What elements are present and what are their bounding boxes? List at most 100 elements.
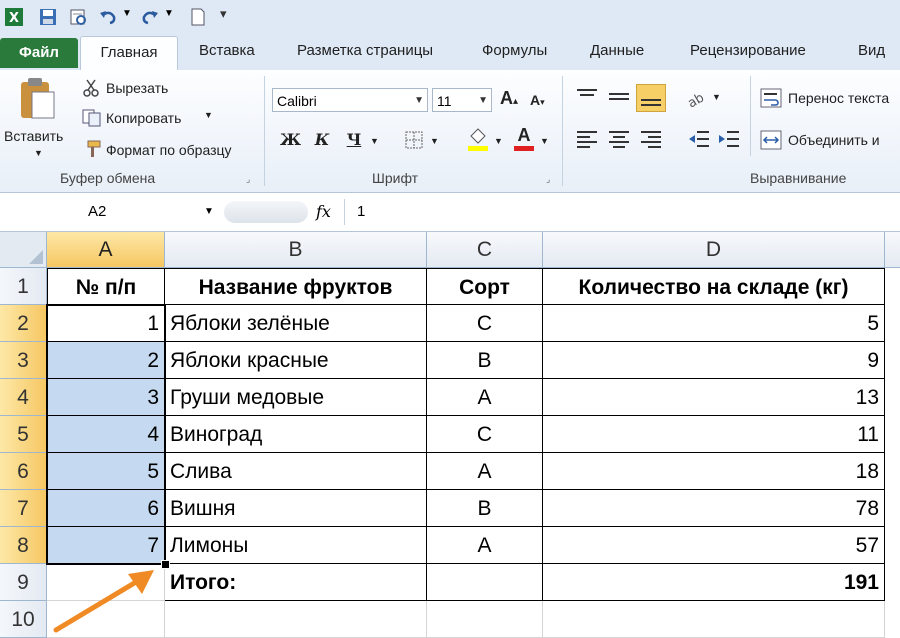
wrap-text-button[interactable]: Перенос текста bbox=[788, 90, 889, 106]
new-document-icon[interactable] bbox=[188, 7, 208, 27]
tab-home[interactable]: Главная bbox=[80, 36, 178, 71]
row-header[interactable]: 1 bbox=[0, 268, 47, 305]
row-header[interactable]: 5 bbox=[0, 416, 47, 453]
align-bottom-button[interactable] bbox=[636, 84, 666, 112]
table-cell[interactable] bbox=[543, 601, 885, 638]
align-left-icon[interactable] bbox=[576, 130, 598, 148]
table-cell[interactable]: 2 bbox=[47, 342, 165, 379]
italic-button[interactable]: К bbox=[312, 130, 332, 149]
row-header[interactable]: 7 bbox=[0, 490, 47, 527]
table-cell[interactable]: 9 bbox=[543, 342, 885, 379]
redo-icon[interactable] bbox=[140, 7, 160, 27]
table-cell[interactable]: Груши медовые bbox=[165, 379, 427, 416]
table-cell[interactable]: 18 bbox=[543, 453, 885, 490]
table-cell[interactable]: A bbox=[427, 453, 543, 490]
undo-dropdown-icon[interactable]: ▼ bbox=[122, 8, 132, 19]
name-box-dropdown-icon[interactable]: ▼ bbox=[204, 199, 214, 225]
merge-center-icon[interactable] bbox=[760, 130, 782, 150]
table-cell[interactable]: Лимоны bbox=[165, 527, 427, 564]
font-color-dropdown-icon[interactable]: ▼ bbox=[540, 136, 549, 146]
wrap-text-icon[interactable] bbox=[760, 88, 782, 108]
fill-color-icon[interactable] bbox=[466, 126, 490, 152]
formula-bar-splitter[interactable] bbox=[224, 201, 308, 223]
save-icon[interactable] bbox=[38, 7, 58, 27]
font-size-combo[interactable]: 11 ▼ bbox=[432, 88, 492, 112]
merge-center-button[interactable]: Объединить и bbox=[788, 132, 880, 148]
table-cell[interactable]: 57 bbox=[543, 527, 885, 564]
table-cell[interactable]: 7 bbox=[47, 527, 165, 564]
shrink-font-icon[interactable]: A▾ bbox=[530, 92, 545, 108]
tab-file[interactable]: Файл bbox=[0, 38, 78, 68]
table-cell[interactable]: B bbox=[427, 490, 543, 527]
align-top-icon[interactable] bbox=[576, 88, 598, 106]
undo-icon[interactable] bbox=[98, 7, 118, 27]
table-header-cell[interactable]: Количество на складе (кг) bbox=[543, 268, 885, 305]
name-box[interactable]: A2 ▼ bbox=[0, 199, 218, 225]
underline-dropdown-icon[interactable]: ▼ bbox=[370, 136, 379, 146]
table-cell[interactable]: 3 bbox=[47, 379, 165, 416]
borders-icon[interactable] bbox=[404, 130, 424, 150]
column-header-d[interactable]: D bbox=[543, 232, 885, 268]
column-header-e[interactable] bbox=[885, 232, 900, 268]
table-cell[interactable]: 5 bbox=[47, 453, 165, 490]
tab-page-layout[interactable]: Разметка страницы bbox=[297, 42, 433, 59]
table-header-cell[interactable]: Сорт bbox=[427, 268, 543, 305]
table-cell[interactable]: Вишня bbox=[165, 490, 427, 527]
row-header[interactable]: 4 bbox=[0, 379, 47, 416]
row-header[interactable]: 6 bbox=[0, 453, 47, 490]
table-cell[interactable]: 1 bbox=[47, 305, 165, 342]
table-cell[interactable]: A bbox=[427, 527, 543, 564]
copy-button[interactable]: Копировать bbox=[106, 110, 181, 126]
table-cell[interactable]: Яблоки красные bbox=[165, 342, 427, 379]
cut-button[interactable]: Вырезать bbox=[106, 80, 168, 96]
table-cell[interactable]: Слива bbox=[165, 453, 427, 490]
row-header[interactable]: 3 bbox=[0, 342, 47, 379]
table-cell[interactable]: B bbox=[427, 342, 543, 379]
row-header[interactable]: 2 bbox=[0, 305, 47, 342]
copy-dropdown-icon[interactable]: ▼ bbox=[204, 110, 213, 120]
table-cell[interactable]: C bbox=[427, 416, 543, 453]
underline-button[interactable]: Ч bbox=[344, 130, 364, 149]
fill-handle[interactable] bbox=[161, 560, 170, 569]
table-header-cell[interactable]: Название фруктов bbox=[165, 268, 427, 305]
table-cell[interactable]: 6 bbox=[47, 490, 165, 527]
total-value-cell[interactable]: 191 bbox=[543, 564, 885, 601]
row-header[interactable]: 10 bbox=[0, 601, 47, 638]
align-middle-icon[interactable] bbox=[608, 88, 630, 106]
clipboard-dialog-launcher-icon[interactable]: ⌟ bbox=[246, 174, 250, 185]
row-header[interactable]: 8 bbox=[0, 527, 47, 564]
grow-font-icon[interactable]: A▴ bbox=[500, 88, 518, 109]
paste-button[interactable]: Вставить ▼ bbox=[4, 74, 72, 166]
align-center-icon[interactable] bbox=[608, 130, 630, 148]
font-name-combo[interactable]: Calibri ▼ bbox=[272, 88, 428, 112]
select-all-button[interactable] bbox=[0, 232, 47, 268]
table-cell[interactable]: 4 bbox=[47, 416, 165, 453]
bold-button[interactable]: Ж bbox=[280, 130, 301, 149]
tab-review[interactable]: Рецензирование bbox=[690, 42, 806, 59]
formula-input[interactable]: 1 bbox=[344, 199, 900, 225]
table-cell[interactable] bbox=[165, 601, 427, 638]
column-header-b[interactable]: B bbox=[165, 232, 427, 268]
table-cell[interactable] bbox=[427, 601, 543, 638]
table-cell[interactable]: C bbox=[427, 305, 543, 342]
table-header-cell[interactable]: № п/п bbox=[47, 268, 165, 305]
column-header-c[interactable]: C bbox=[427, 232, 543, 268]
text-orientation-icon[interactable]: ab bbox=[684, 86, 708, 108]
fill-color-dropdown-icon[interactable]: ▼ bbox=[494, 136, 503, 146]
increase-indent-icon[interactable] bbox=[718, 130, 740, 148]
tab-view[interactable]: Вид bbox=[858, 42, 885, 59]
tab-formulas[interactable]: Формулы bbox=[482, 42, 547, 59]
row-header[interactable]: 9 bbox=[0, 564, 47, 601]
table-cell[interactable] bbox=[427, 564, 543, 601]
table-cell[interactable]: A bbox=[427, 379, 543, 416]
table-cell[interactable]: 13 bbox=[543, 379, 885, 416]
total-label-cell[interactable]: Итого: bbox=[165, 564, 427, 601]
orientation-dropdown-icon[interactable]: ▼ bbox=[712, 92, 721, 102]
borders-dropdown-icon[interactable]: ▼ bbox=[430, 136, 439, 146]
customize-toolbar-icon[interactable]: ▾ bbox=[220, 6, 227, 22]
tab-data[interactable]: Данные bbox=[590, 42, 644, 59]
tab-insert[interactable]: Вставка bbox=[199, 42, 255, 59]
decrease-indent-icon[interactable] bbox=[688, 130, 710, 148]
insert-function-button[interactable]: fx bbox=[316, 202, 331, 221]
column-header-a[interactable]: A bbox=[47, 232, 165, 268]
